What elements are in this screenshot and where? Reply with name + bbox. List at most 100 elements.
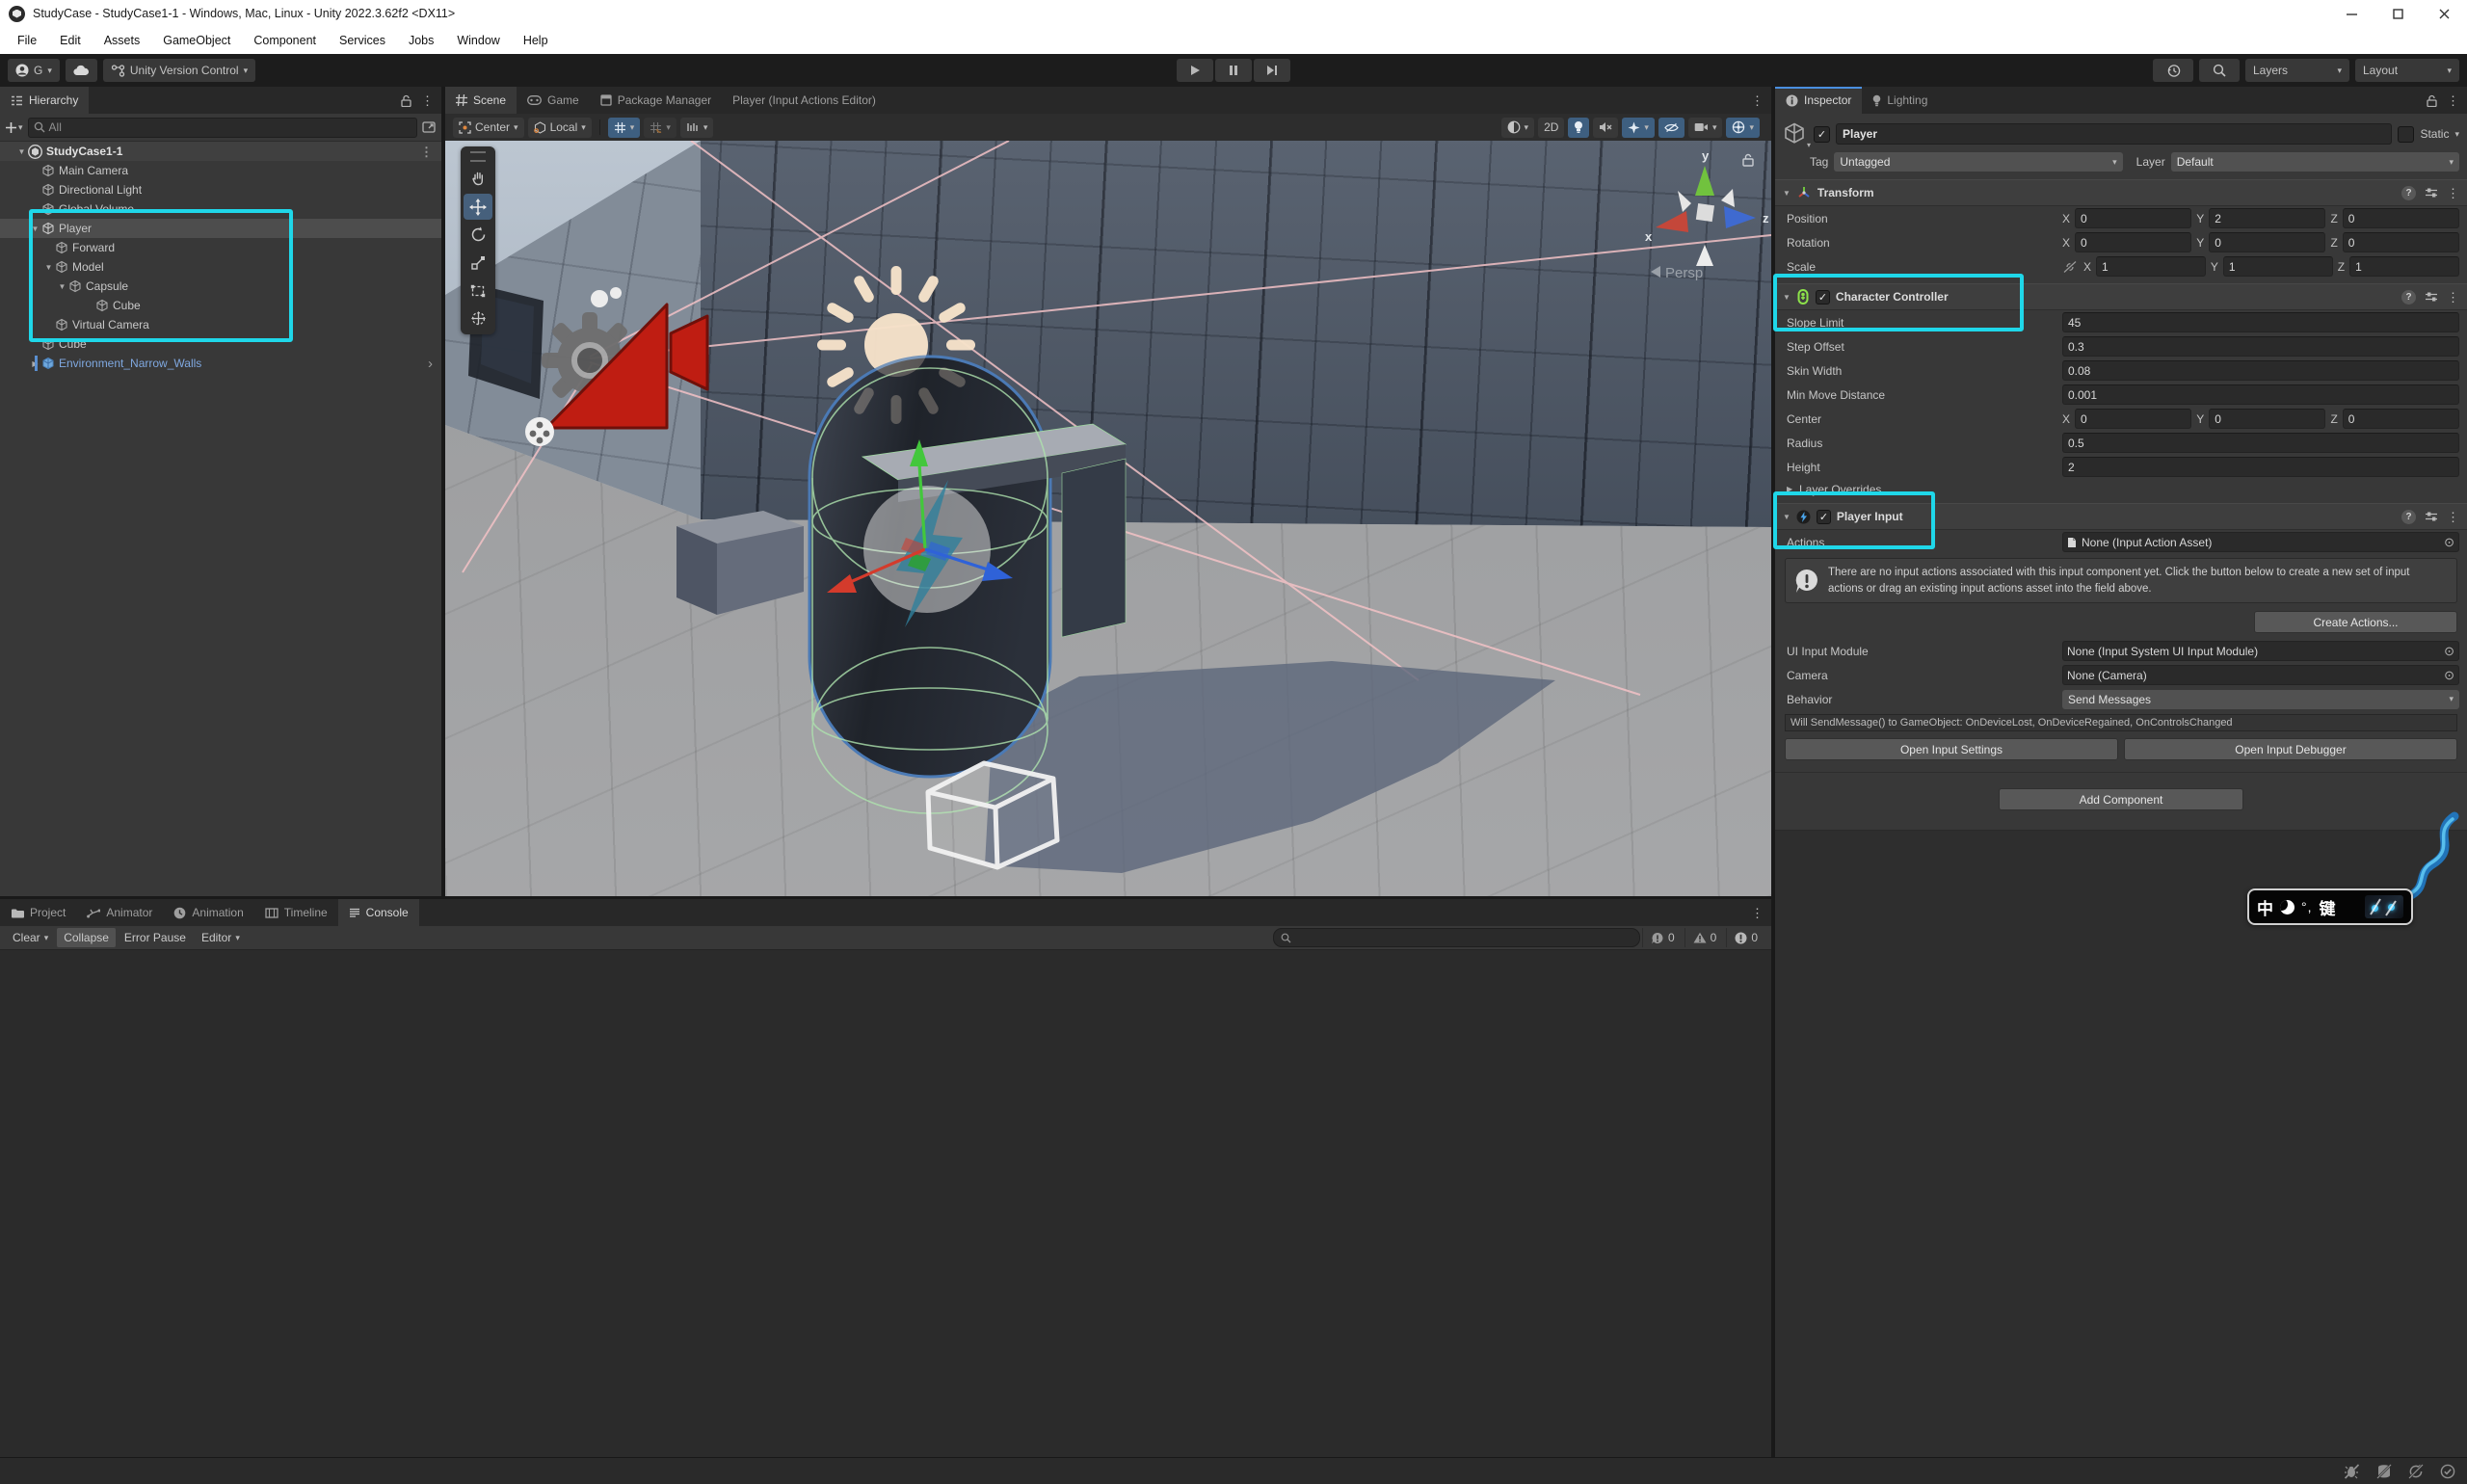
hierarchy-search-input[interactable]: All	[28, 118, 417, 138]
console-collapse-toggle[interactable]: Collapse	[57, 928, 116, 947]
console-info-count[interactable]: 0	[1642, 928, 1683, 947]
axis-cone-back[interactable]	[1696, 245, 1713, 266]
tag-dropdown[interactable]: Untagged ▾	[1834, 152, 2122, 172]
tab-input-actions-editor[interactable]: Player (Input Actions Editor)	[722, 87, 887, 114]
tree-item-player-selected[interactable]: ▼ Player	[0, 219, 441, 238]
prefab-open-arrow-icon[interactable]: ›	[428, 356, 441, 372]
menu-file[interactable]: File	[6, 34, 48, 47]
2d-view-toggle[interactable]: 2D	[1538, 118, 1564, 138]
axis-cone-y[interactable]	[1695, 166, 1714, 196]
search-button[interactable]	[2199, 59, 2240, 82]
pivot-mode-dropdown[interactable]: Center ▾	[453, 118, 524, 138]
ime-punctuation-mode[interactable]: °,	[2301, 899, 2313, 914]
tab-scene[interactable]: Scene	[445, 87, 517, 114]
rotation-y-field[interactable]: 0	[2209, 232, 2325, 252]
behavior-dropdown[interactable]: Send Messages ▾	[2062, 690, 2459, 709]
axis-cone-z[interactable]	[1724, 206, 1756, 228]
cloud-button[interactable]	[66, 59, 97, 82]
gameobject-name-field[interactable]: Player	[1836, 123, 2392, 145]
scale-x-field[interactable]: 1	[2096, 256, 2206, 277]
static-dropdown-caret-icon[interactable]: ▾	[2454, 130, 2459, 139]
menu-assets[interactable]: Assets	[93, 34, 152, 47]
open-input-settings-button[interactable]: Open Input Settings	[1785, 738, 2118, 760]
scene-visibility-toggle[interactable]	[1658, 118, 1684, 138]
step-button[interactable]	[1254, 59, 1290, 82]
undo-history-button[interactable]	[2153, 59, 2193, 82]
console-search-input[interactable]	[1273, 928, 1640, 947]
add-component-button[interactable]: Add Component	[1999, 788, 2243, 810]
scene-lighting-toggle[interactable]	[1568, 118, 1589, 138]
component-menu-icon[interactable]: ⋮	[2447, 291, 2459, 304]
menu-component[interactable]: Component	[242, 34, 328, 47]
move-tool[interactable]	[464, 194, 492, 220]
skin-width-field[interactable]: 0.08	[2062, 360, 2459, 381]
transform-header[interactable]: ▼ Transform ? ⋮	[1775, 179, 2467, 206]
axis-cone-back[interactable]	[1721, 189, 1735, 207]
create-actions-button[interactable]: Create Actions...	[2254, 611, 2457, 633]
tab-lighting[interactable]: Lighting	[1862, 87, 1938, 114]
tree-item[interactable]: ▼ Model	[0, 257, 441, 277]
import-activity-ok-icon[interactable]	[2440, 1464, 2455, 1479]
tab-inspector[interactable]: Inspector	[1775, 87, 1862, 114]
help-icon[interactable]: ?	[2401, 510, 2416, 524]
console-clear-button[interactable]: Clear ▾	[6, 928, 55, 947]
menu-jobs[interactable]: Jobs	[397, 34, 445, 47]
ime-language-mode[interactable]: 中	[2257, 895, 2273, 919]
help-icon[interactable]: ?	[2401, 290, 2416, 305]
foldout-icon[interactable]: ▼	[1783, 513, 1791, 521]
component-menu-icon[interactable]: ⋮	[2447, 187, 2459, 199]
object-picker-icon[interactable]: ⊙	[2444, 668, 2454, 683]
static-checkbox[interactable]	[2398, 126, 2414, 143]
scale-z-field[interactable]: 1	[2349, 256, 2459, 277]
lock-icon[interactable]	[2427, 94, 2437, 107]
gameobject-cube-icon[interactable]: ▾	[1783, 121, 1808, 146]
shading-mode-dropdown[interactable]: ▾	[1501, 118, 1535, 138]
foldout-icon[interactable]: ▼	[1783, 293, 1791, 302]
object-picker-icon[interactable]: ⊙	[2444, 535, 2454, 550]
foldout-icon[interactable]: ▼	[29, 225, 41, 233]
tab-animation[interactable]: Animation	[163, 899, 253, 926]
handle-space-dropdown[interactable]: Local ▾	[528, 118, 592, 138]
position-y-field[interactable]: 2	[2209, 208, 2325, 228]
layer-dropdown[interactable]: Default ▾	[2171, 152, 2459, 172]
menu-edit[interactable]: Edit	[48, 34, 93, 47]
maximize-button[interactable]	[2374, 0, 2421, 27]
tree-item[interactable]: Global Volume	[0, 199, 441, 219]
ime-fullwidth-moon-icon[interactable]	[2280, 900, 2295, 914]
axis-cone-x[interactable]	[1656, 211, 1688, 232]
panel-menu-icon[interactable]: ⋮	[421, 94, 434, 107]
component-enabled-checkbox[interactable]: ✓	[1817, 510, 1831, 524]
account-dropdown[interactable]: G ▾	[8, 59, 60, 82]
tree-item[interactable]: Cube	[0, 334, 441, 354]
tree-item[interactable]: Forward	[0, 238, 441, 257]
min-move-distance-field[interactable]: 0.001	[2062, 384, 2459, 405]
layers-dropdown[interactable]: Layers ▾	[2245, 59, 2349, 82]
ime-skin-avatar[interactable]	[2365, 895, 2403, 918]
persp-label[interactable]: Persp	[1665, 265, 1703, 281]
step-offset-field[interactable]: 0.3	[2062, 336, 2459, 357]
height-field[interactable]: 2	[2062, 457, 2459, 477]
grid-snapping-toggle[interactable]: ▾	[608, 118, 641, 138]
tree-item[interactable]: Main Camera	[0, 161, 441, 180]
tree-item[interactable]: ▼ Capsule	[0, 277, 441, 296]
panel-menu-icon[interactable]: ⋮	[1751, 94, 1764, 107]
console-log-area[interactable]	[0, 950, 1771, 1457]
layout-dropdown[interactable]: Layout ▾	[2355, 59, 2459, 82]
transform-tool[interactable]	[464, 305, 492, 331]
panel-menu-icon[interactable]: ⋮	[1751, 907, 1764, 919]
gameobject-active-checkbox[interactable]: ✓	[1814, 126, 1830, 143]
object-picker-icon[interactable]: ⊙	[2444, 644, 2454, 659]
view-lock-icon[interactable]	[1743, 155, 1753, 167]
ui-input-module-field[interactable]: None (Input System UI Input Module) ⊙	[2062, 641, 2459, 661]
center-y-field[interactable]: 0	[2209, 409, 2325, 429]
tab-project[interactable]: Project	[0, 899, 76, 926]
ime-status-bar[interactable]: 中 °, 键	[2247, 888, 2413, 925]
position-z-field[interactable]: 0	[2343, 208, 2459, 228]
tool-strip-grip[interactable]	[470, 151, 486, 162]
preset-icon[interactable]	[2425, 511, 2438, 522]
scene-camera-dropdown[interactable]: ▾	[1688, 118, 1723, 138]
scene-viewport[interactable]: y x z Persp	[445, 141, 1771, 896]
lock-icon[interactable]	[401, 94, 411, 107]
radius-field[interactable]: 0.5	[2062, 433, 2459, 453]
foldout-icon[interactable]: ▼	[56, 282, 68, 291]
